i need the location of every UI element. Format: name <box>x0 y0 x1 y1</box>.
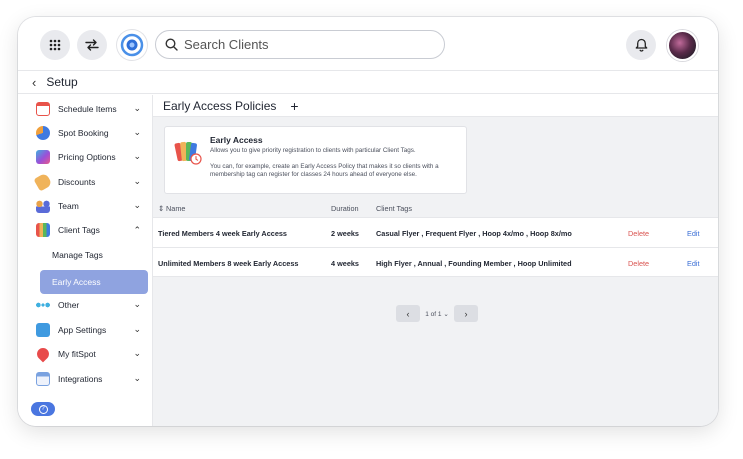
calendar-icon <box>36 102 50 116</box>
chevron-right-icon: › <box>464 308 468 319</box>
sidebar-item-label: Team <box>58 201 79 211</box>
sidebar-item-label: Schedule Items <box>58 104 117 114</box>
sidebar-item-label: My fitSpot <box>58 349 96 359</box>
sidebar-item-discounts[interactable]: Discounts ⌄ <box>18 170 153 194</box>
table-row[interactable]: Tiered Members 4 week Early Access 2 wee… <box>153 217 718 247</box>
policy-duration: 2 weeks <box>331 229 359 238</box>
switch-button[interactable] <box>77 30 107 60</box>
add-policy-button[interactable]: + <box>290 98 298 114</box>
chevron-down-icon: ⌄ <box>133 200 141 210</box>
chevron-down-icon: ⌄ <box>133 127 141 137</box>
pricing-icon <box>36 150 50 164</box>
info-card-description: Allows you to give priority registration… <box>210 147 416 154</box>
chevron-left-icon: ‹ <box>406 308 410 319</box>
chevron-down-icon: ⌄ <box>133 151 141 161</box>
sidebar-item-pricing-options[interactable]: Pricing Options ⌄ <box>18 145 153 169</box>
chevron-down-icon: ⌄ <box>133 373 141 383</box>
help-icon: ? <box>38 404 48 414</box>
client-tags-illustration-icon <box>174 141 202 165</box>
fitspot-logo-button[interactable] <box>117 30 147 60</box>
app-settings-icon <box>36 323 50 337</box>
top-bar <box>18 17 718 71</box>
sort-icon[interactable]: ⇕ <box>158 204 164 213</box>
policy-duration: 4 weeks <box>331 259 359 268</box>
chevron-down-icon: ⌄ <box>133 103 141 113</box>
sidebar-item-label: Client Tags <box>58 225 100 235</box>
app-window: ‹ Setup Schedule Items ⌄ Spot Booking ⌄ … <box>18 17 718 426</box>
page-indicator: 1 of 1 <box>425 310 442 318</box>
sidebar-item-label: Other <box>58 300 80 310</box>
sidebar-item-label: Pricing Options <box>58 152 116 162</box>
sidebar-subitem-label: Manage Tags <box>52 250 103 260</box>
next-page-button[interactable]: › <box>454 305 478 322</box>
delete-button[interactable]: Delete <box>628 259 649 268</box>
spot-booking-icon <box>36 126 50 140</box>
sidebar-item-integrations[interactable]: Integrations ⌄ <box>18 367 153 391</box>
column-header-name[interactable]: Name <box>166 204 185 213</box>
swap-arrows-icon <box>85 39 99 51</box>
client-tags-icon <box>36 223 50 237</box>
chevron-down-icon: ⌄ <box>133 348 141 358</box>
chevron-up-icon: ⌃ <box>133 225 141 235</box>
chevron-down-icon: ⌄ <box>133 299 141 309</box>
info-card: Early Access Allows you to give priority… <box>164 126 467 194</box>
edit-button[interactable]: Edit <box>687 259 700 268</box>
policy-name: Unlimited Members 8 week Early Access <box>158 259 299 268</box>
discount-tag-icon <box>33 172 53 192</box>
chevron-down-icon: ⌄ <box>133 324 141 334</box>
chevron-down-icon: ⌄ <box>443 310 449 318</box>
pagination: ‹ 1 of 1 ⌄ › <box>396 305 478 322</box>
sidebar-item-app-settings[interactable]: App Settings ⌄ <box>18 318 153 342</box>
bell-icon <box>635 38 647 52</box>
sidebar-item-spot-booking[interactable]: Spot Booking ⌄ <box>18 121 153 145</box>
fitspot-logo-icon <box>120 33 144 57</box>
search-icon <box>165 38 178 51</box>
sidebar-subitem-manage-tags[interactable]: Manage Tags <box>40 243 148 267</box>
search-bar[interactable] <box>155 30 445 59</box>
table-row[interactable]: Unlimited Members 8 week Early Access 4 … <box>153 247 718 277</box>
search-input[interactable] <box>184 37 424 52</box>
column-header-client-tags: Client Tags <box>376 204 412 213</box>
grid-icon <box>49 39 61 51</box>
sidebar-item-team[interactable]: Team ⌄ <box>18 194 153 218</box>
chevron-down-icon: ⌄ <box>133 176 141 186</box>
sidebar: Schedule Items ⌄ Spot Booking ⌄ Pricing … <box>18 95 153 426</box>
column-header-duration: Duration <box>331 204 359 213</box>
main-content: Early Access Policies + Early Access All… <box>153 95 718 426</box>
sidebar-item-schedule-items[interactable]: Schedule Items ⌄ <box>18 97 153 121</box>
sidebar-item-my-fitspot[interactable]: My fitSpot ⌄ <box>18 342 153 366</box>
policy-client-tags: Casual Flyer , Frequent Flyer , Hoop 4x/… <box>376 229 572 238</box>
sidebar-item-label: Discounts <box>58 177 96 187</box>
previous-page-button[interactable]: ‹ <box>396 305 420 322</box>
edit-button[interactable]: Edit <box>687 229 700 238</box>
delete-button[interactable]: Delete <box>628 229 649 238</box>
table-header: ⇕ Name Duration Client Tags <box>153 199 718 217</box>
help-button[interactable]: ? <box>31 402 55 416</box>
setup-header: ‹ Setup <box>18 71 718 94</box>
integrations-icon <box>36 372 50 386</box>
policy-name: Tiered Members 4 week Early Access <box>158 229 287 238</box>
info-card-title: Early Access <box>210 135 263 145</box>
sidebar-subitem-label: Early Access <box>52 277 101 287</box>
page-title: Early Access Policies <box>163 98 277 113</box>
sidebar-item-label: Spot Booking <box>58 128 109 138</box>
user-avatar[interactable] <box>667 30 698 61</box>
more-dots-icon <box>36 298 50 312</box>
setup-title: Setup <box>46 75 78 89</box>
sidebar-item-other[interactable]: Other ⌄ <box>18 293 153 317</box>
page-selector[interactable]: 1 of 1 ⌄ <box>420 310 454 318</box>
team-icon <box>36 199 50 213</box>
notifications-button[interactable] <box>626 30 656 60</box>
sidebar-item-client-tags[interactable]: Client Tags ⌃ <box>18 218 153 242</box>
sidebar-item-label: Integrations <box>58 374 103 384</box>
policy-client-tags: High Flyer , Annual , Founding Member , … <box>376 259 572 268</box>
location-pin-icon <box>34 345 52 363</box>
back-arrow-icon[interactable]: ‹ <box>32 75 36 90</box>
apps-grid-button[interactable] <box>40 30 70 60</box>
info-card-example: You can, for example, create an Early Ac… <box>210 163 439 178</box>
page-header: Early Access Policies + <box>153 95 718 117</box>
sidebar-item-label: App Settings <box>58 325 107 335</box>
sidebar-subitem-early-access[interactable]: Early Access <box>40 270 148 294</box>
